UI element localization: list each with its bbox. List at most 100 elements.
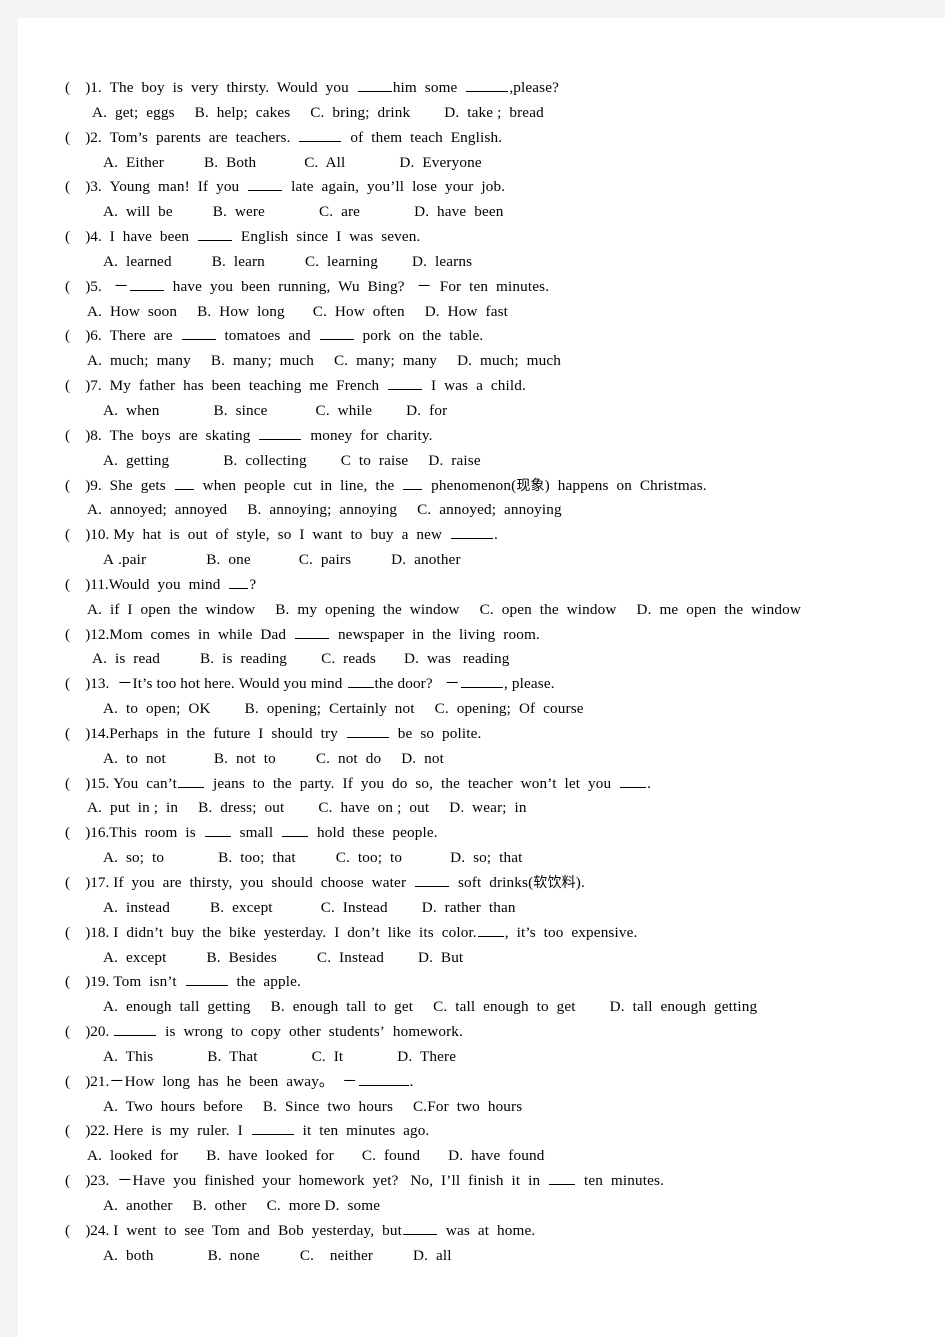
option-c[interactable]: C. more D. some (267, 1197, 381, 1214)
option-b[interactable]: B. none (208, 1247, 260, 1264)
option-c[interactable]: C. while (316, 402, 373, 419)
option-d[interactable]: D. Everyone (399, 154, 481, 171)
answer-bracket-1[interactable]: ( )1. (65, 79, 102, 96)
option-b[interactable]: B. learn (212, 253, 265, 270)
answer-bracket-11[interactable]: ( )11. (65, 576, 109, 593)
option-a[interactable]: A. except (103, 949, 167, 966)
option-c[interactable]: C. have on ; out (318, 799, 429, 816)
option-a[interactable]: A. Two hours before (103, 1098, 243, 1115)
option-a[interactable]: A. instead (103, 899, 170, 916)
option-a[interactable]: A. learned (103, 253, 172, 270)
option-d[interactable]: D. have found (448, 1147, 544, 1164)
answer-bracket-14[interactable]: ( )14. (65, 725, 109, 742)
option-a[interactable]: A .pair (103, 551, 146, 568)
fill-blank[interactable] (181, 325, 216, 341)
option-b[interactable]: B. many; much (211, 352, 314, 369)
option-d[interactable]: D. tall enough getting (610, 998, 758, 1015)
option-d[interactable]: D. another (391, 551, 461, 568)
answer-bracket-17[interactable]: ( )17. (65, 874, 109, 891)
option-b[interactable]: B. help; cakes (195, 104, 291, 121)
fill-blank[interactable] (347, 673, 374, 689)
option-d[interactable]: D. But (418, 949, 463, 966)
answer-bracket-20[interactable]: ( )20. (65, 1023, 109, 1040)
option-b[interactable]: B. collecting (223, 452, 307, 469)
fill-blank[interactable] (204, 822, 231, 838)
option-b[interactable]: B. Besides (207, 949, 277, 966)
option-a[interactable]: A. looked for (87, 1147, 178, 1164)
option-a[interactable]: A. if I open the window (87, 601, 255, 618)
option-d[interactable]: D. How fast (425, 303, 508, 320)
fill-blank[interactable] (358, 1071, 409, 1086)
fill-blank[interactable] (402, 1220, 437, 1235)
answer-bracket-13[interactable]: ( )13. (65, 675, 109, 692)
option-a[interactable]: A. Either (103, 154, 164, 171)
option-d[interactable]: D. take ; bread (444, 104, 544, 121)
option-b[interactable]: B. That (207, 1048, 257, 1065)
option-b[interactable]: B. opening; Certainly not (245, 700, 415, 717)
fill-blank[interactable] (415, 872, 450, 887)
option-b[interactable]: B. have looked for (206, 1147, 334, 1164)
option-a[interactable]: A. to not (103, 750, 166, 767)
answer-bracket-24[interactable]: ( )24. (65, 1222, 109, 1239)
option-c[interactable]: C. pairs (299, 551, 351, 568)
option-c[interactable]: C.For two hours (413, 1098, 522, 1115)
fill-blank[interactable] (185, 971, 228, 987)
option-c[interactable]: C. Instead (317, 949, 384, 966)
fill-blank[interactable] (251, 1120, 294, 1136)
answer-bracket-9[interactable]: ( )9. (65, 477, 102, 494)
option-d[interactable]: D. for (406, 402, 447, 419)
option-c[interactable]: C. open the window (480, 601, 617, 618)
option-c[interactable]: C. All (304, 154, 345, 171)
answer-bracket-6[interactable]: ( )6. (65, 327, 102, 344)
option-d[interactable]: D. learns (412, 253, 472, 270)
option-a[interactable]: A. annoyed; annoyed (87, 501, 227, 518)
option-d[interactable]: D. have been (414, 203, 503, 220)
option-c[interactable]: C. annoyed; annoying (417, 501, 562, 518)
option-b[interactable]: B. too; that (218, 849, 296, 866)
option-a[interactable]: A. to open; OK (103, 700, 211, 717)
option-d[interactable]: D. rather than (422, 899, 516, 916)
option-b[interactable]: B. annoying; annoying (247, 501, 397, 518)
option-a[interactable]: A. get; eggs (92, 104, 175, 121)
option-c[interactable]: C. not do (316, 750, 381, 767)
answer-bracket-10[interactable]: ( )10. (65, 526, 109, 543)
answer-bracket-3[interactable]: ( )3. (65, 178, 102, 195)
fill-blank[interactable] (229, 574, 249, 589)
answer-bracket-23[interactable]: ( )23. (65, 1172, 109, 1189)
option-b[interactable]: B. one (206, 551, 251, 568)
fill-blank[interactable] (129, 276, 164, 291)
option-a[interactable]: A. will be (103, 203, 173, 220)
option-d[interactable]: D. There (397, 1048, 456, 1065)
option-d[interactable]: D. not (401, 750, 444, 767)
option-a[interactable]: A. This (103, 1048, 153, 1065)
fill-blank[interactable] (259, 425, 302, 440)
answer-bracket-2[interactable]: ( )2. (65, 129, 102, 146)
option-b[interactable]: B. other (193, 1197, 247, 1214)
option-a[interactable]: A. much; many (87, 352, 191, 369)
option-a[interactable]: A. put in ; in (87, 799, 178, 816)
fill-blank[interactable] (451, 524, 494, 540)
option-b[interactable]: B. Since two hours (263, 1098, 393, 1115)
answer-bracket-21[interactable]: ( )21. (65, 1073, 109, 1090)
option-c[interactable]: C. bring; drink (310, 104, 410, 121)
fill-blank[interactable] (620, 773, 647, 788)
answer-bracket-16[interactable]: ( )16. (65, 824, 109, 841)
fill-blank[interactable] (114, 1021, 157, 1037)
option-d[interactable]: D. raise (428, 452, 480, 469)
fill-blank[interactable] (319, 325, 354, 341)
option-d[interactable]: D. me open the window (637, 601, 801, 618)
option-b[interactable]: B. How long (197, 303, 285, 320)
answer-bracket-7[interactable]: ( )7. (65, 377, 102, 394)
option-b[interactable]: B. were (213, 203, 265, 220)
option-a[interactable]: A. when (103, 402, 159, 419)
option-a[interactable]: A. enough tall getting (103, 998, 251, 1015)
fill-blank[interactable] (299, 127, 342, 142)
fill-blank[interactable] (198, 226, 233, 242)
option-a[interactable]: A. both (103, 1247, 154, 1264)
fill-blank[interactable] (466, 77, 509, 92)
option-c[interactable]: C to raise (341, 452, 409, 469)
answer-bracket-22[interactable]: ( )22. (65, 1122, 109, 1139)
fill-blank[interactable] (403, 475, 423, 490)
option-b[interactable]: B. not to (214, 750, 276, 767)
option-a[interactable]: A. getting (103, 452, 169, 469)
